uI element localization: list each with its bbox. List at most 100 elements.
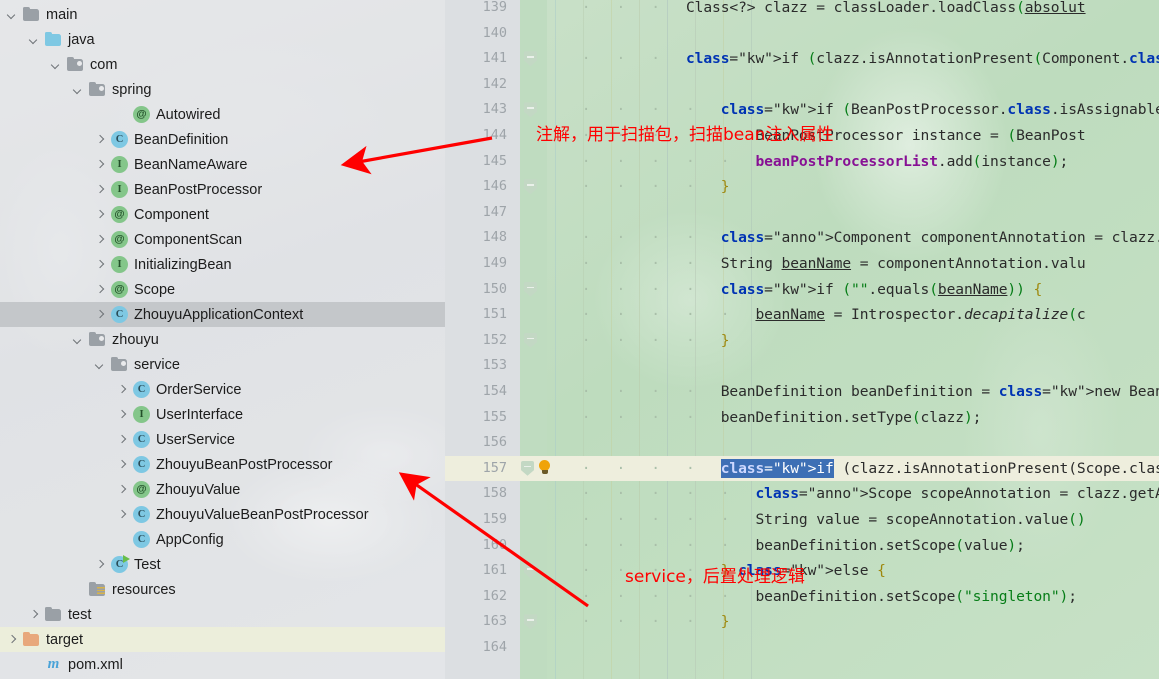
- chevron-right-icon[interactable]: [116, 458, 129, 471]
- tree-indent-spacer: [0, 364, 94, 365]
- tree-item-com[interactable]: com: [0, 52, 445, 77]
- chevron-down-icon[interactable]: [50, 58, 63, 71]
- project-tree-panel[interactable]: main java com spring @ Autowired C BeanDefiniti…: [0, 0, 445, 679]
- tree-item-autowired[interactable]: @ Autowired: [0, 102, 445, 127]
- tree-indent-spacer: [0, 314, 94, 315]
- tree-item-userservice[interactable]: C UserService: [0, 427, 445, 452]
- code-line[interactable]: · · · · } class="kw">else {: [547, 558, 886, 584]
- chevron-right-icon[interactable]: [94, 208, 107, 221]
- class-icon: C: [133, 431, 150, 448]
- chevron-right-icon[interactable]: [28, 608, 41, 621]
- tree-item-componentscan[interactable]: @ ComponentScan: [0, 227, 445, 252]
- chevron-down-icon[interactable]: [94, 358, 107, 371]
- tree-item-target[interactable]: target: [0, 627, 445, 652]
- chevron-right-icon[interactable]: [6, 633, 19, 646]
- folder-src-icon: [67, 56, 84, 73]
- tree-item-scope[interactable]: @ Scope: [0, 277, 445, 302]
- tree-item-zhouyuvaluebeanpostprocessor[interactable]: C ZhouyuValueBeanPostProcessor: [0, 502, 445, 527]
- code-line[interactable]: · · · class="kw">if (clazz.isAnnotationP…: [547, 46, 1159, 72]
- tree-item-beannameaware[interactable]: I BeanNameAware: [0, 152, 445, 177]
- chevron-right-icon[interactable]: [94, 258, 107, 271]
- tree-item-main[interactable]: main: [0, 2, 445, 27]
- code-line[interactable]: · · · · String beanName = componentAnnot…: [547, 251, 1086, 277]
- tree-no-chevron: [72, 583, 85, 596]
- code-line[interactable]: · · · · BeanDefinition beanDefinition = …: [547, 379, 1159, 405]
- code-line[interactable]: · · · · · String value = scopeAnnotation…: [547, 507, 1086, 533]
- tree-indent-spacer: [0, 439, 116, 440]
- tree-item-label: OrderService: [156, 381, 242, 398]
- maven-icon: m: [47, 656, 60, 672]
- tree-indent-spacer: [0, 114, 116, 115]
- code-line[interactable]: · · · · }: [547, 609, 730, 635]
- code-editor[interactable]: 139 · · · Class<?> clazz = classLoader.l…: [445, 0, 1159, 679]
- code-line[interactable]: · · · · · BeanPostProcessor instance = (…: [547, 123, 1086, 149]
- tree-item-zhouyuapplicationcontext[interactable]: C ZhouyuApplicationContext: [0, 302, 445, 327]
- chevron-right-icon[interactable]: [94, 158, 107, 171]
- tree-indent-spacer: [0, 39, 28, 40]
- tree-item-orderservice[interactable]: C OrderService: [0, 377, 445, 402]
- code-line[interactable]: · · · · · beanPostProcessorList.add(inst…: [547, 149, 1069, 175]
- folder-src-icon: [111, 356, 128, 373]
- tree-item-userinterface[interactable]: I UserInterface: [0, 402, 445, 427]
- code-line[interactable]: · · · · class="kw">if (BeanPostProcessor…: [547, 97, 1159, 123]
- tree-item-label: InitializingBean: [134, 256, 232, 273]
- line-number: 146: [482, 178, 507, 195]
- tree-item-pom-xml[interactable]: m pom.xml: [0, 652, 445, 677]
- line-number: 149: [482, 255, 507, 271]
- line-number: 140: [482, 24, 507, 41]
- folder-src-icon: [89, 331, 106, 348]
- tree-item-label: Scope: [134, 281, 176, 298]
- code-line[interactable]: · · · · class="kw">if (clazz.isAnnotatio…: [547, 456, 1159, 482]
- chevron-right-icon[interactable]: [94, 183, 107, 196]
- code-line[interactable]: · · · · }: [547, 328, 730, 354]
- chevron-right-icon[interactable]: [116, 483, 129, 496]
- tree-item-java[interactable]: java: [0, 27, 445, 52]
- tree-item-label: main: [46, 6, 78, 23]
- interface-icon: I: [111, 256, 128, 273]
- tree-item-initializingbean[interactable]: I InitializingBean: [0, 252, 445, 277]
- code-line[interactable]: · · · Class<?> clazz = classLoader.loadC…: [547, 0, 1086, 21]
- code-line[interactable]: · · · · class="kw">if ("".equals(beanNam…: [547, 277, 1043, 303]
- project-tree-list[interactable]: main java com spring @ Autowired C BeanDefiniti…: [0, 0, 445, 677]
- tree-item-test[interactable]: test: [0, 602, 445, 627]
- code-line[interactable]: · · · · · class="anno">Scope scopeAnnota…: [547, 481, 1159, 507]
- tree-indent-spacer: [0, 564, 94, 565]
- selected-text[interactable]: class="kw">if: [720, 458, 834, 478]
- tree-item-zhouyu[interactable]: zhouyu: [0, 327, 445, 352]
- chevron-right-icon[interactable]: [116, 508, 129, 521]
- chevron-right-icon[interactable]: [94, 558, 107, 571]
- folder-blue-icon: [45, 31, 62, 48]
- tree-indent-spacer: [0, 189, 94, 190]
- code-line[interactable]: · · · · class="anno">Component component…: [547, 225, 1159, 251]
- code-line[interactable]: · · · · }: [547, 174, 730, 200]
- tree-item-label: UserInterface: [156, 406, 244, 423]
- code-line[interactable]: · · · · · beanName = Introspector.decapi…: [547, 302, 1086, 328]
- chevron-down-icon[interactable]: [72, 83, 85, 96]
- tree-item-zhouyuvalue[interactable]: @ ZhouyuValue: [0, 477, 445, 502]
- tree-item-label: UserService: [156, 431, 235, 448]
- code-line[interactable]: · · · · · beanDefinition.setScope(value)…: [547, 533, 1025, 559]
- chevron-right-icon[interactable]: [116, 383, 129, 396]
- tree-item-appconfig[interactable]: C AppConfig: [0, 527, 445, 552]
- tree-item-resources[interactable]: resources: [0, 577, 445, 602]
- chevron-down-icon[interactable]: [28, 33, 41, 46]
- chevron-down-icon[interactable]: [6, 8, 19, 21]
- tree-item-service[interactable]: service: [0, 352, 445, 377]
- chevron-right-icon[interactable]: [116, 408, 129, 421]
- code-line[interactable]: · · · · beanDefinition.setType(clazz);: [547, 405, 982, 431]
- tree-item-test[interactable]: C Test: [0, 552, 445, 577]
- tree-item-spring[interactable]: spring: [0, 77, 445, 102]
- tree-item-beanpostprocessor[interactable]: I BeanPostProcessor: [0, 177, 445, 202]
- chevron-right-icon[interactable]: [94, 233, 107, 246]
- chevron-right-icon[interactable]: [94, 308, 107, 321]
- code-line[interactable]: · · · · · beanDefinition.setScope("singl…: [547, 584, 1077, 610]
- class-icon: C: [133, 531, 150, 548]
- chevron-right-icon[interactable]: [94, 133, 107, 146]
- chevron-right-icon[interactable]: [116, 433, 129, 446]
- chevron-right-icon[interactable]: [94, 283, 107, 296]
- tree-item-beandefinition[interactable]: C BeanDefinition: [0, 127, 445, 152]
- folder-badge-icon: [97, 587, 105, 595]
- tree-item-component[interactable]: @ Component: [0, 202, 445, 227]
- tree-item-zhouyubeanpostprocessor[interactable]: C ZhouyuBeanPostProcessor: [0, 452, 445, 477]
- chevron-down-icon[interactable]: [72, 333, 85, 346]
